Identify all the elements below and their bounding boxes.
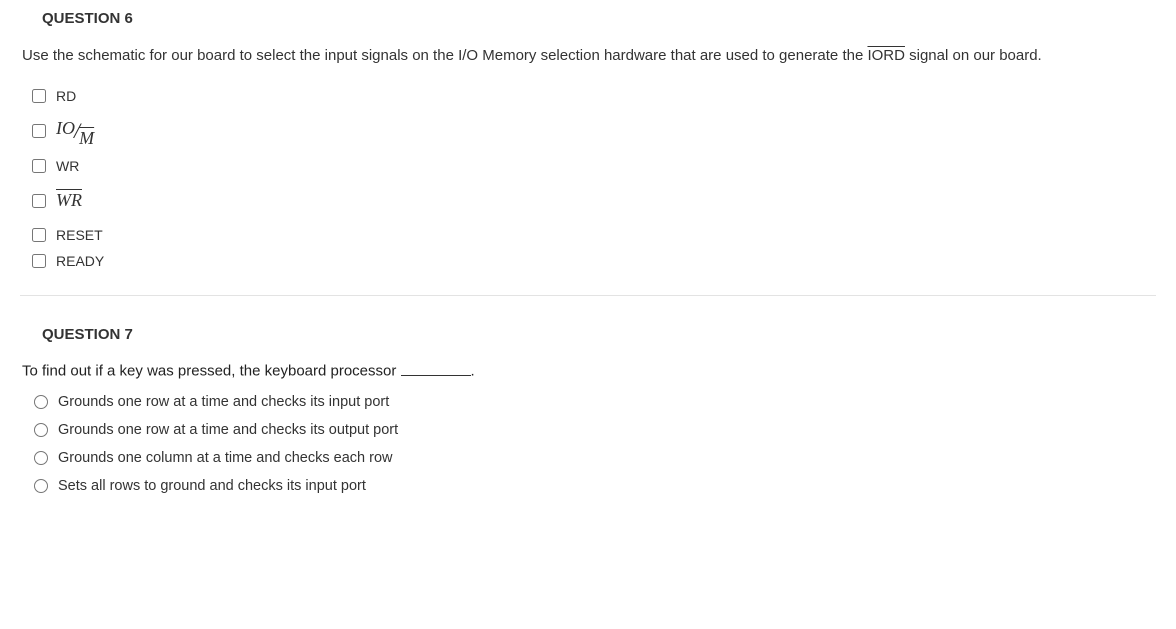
q7-option-b[interactable]: Grounds one row at a time and checks its… xyxy=(34,422,1156,438)
q6-option-reset[interactable]: RESET xyxy=(32,227,1156,243)
q6-checkbox-wr-bar[interactable] xyxy=(32,194,46,208)
q7-label-b: Grounds one row at a time and checks its… xyxy=(58,422,398,438)
q7-radio-d[interactable] xyxy=(34,479,48,493)
q7-label-a: Grounds one row at a time and checks its… xyxy=(58,394,389,410)
q6-label-ready: READY xyxy=(56,253,104,269)
q7-prompt-text: To find out if a key was pressed, the ke… xyxy=(22,363,401,380)
q7-option-c[interactable]: Grounds one column at a time and checks … xyxy=(34,450,1156,466)
q6-option-ready[interactable]: READY xyxy=(32,253,1156,269)
q6-option-wr-bar[interactable]: WR xyxy=(32,190,1156,211)
q7-option-d[interactable]: Sets all rows to ground and checks its i… xyxy=(34,478,1156,494)
q6-option-rd[interactable]: RD xyxy=(32,88,1156,104)
q6-prompt-text-a: Use the schematic for our board to selec… xyxy=(22,47,867,64)
question-6-header: QUESTION 6 xyxy=(42,10,1156,27)
q6-label-wr: WR xyxy=(56,158,79,174)
q6-label-wr-bar: WR xyxy=(56,190,82,211)
question-7-prompt: To find out if a key was pressed, the ke… xyxy=(22,361,1156,380)
q6-label-rd: RD xyxy=(56,88,76,104)
q6-io-numerator: IO xyxy=(56,118,75,138)
q6-checkbox-io-m[interactable] xyxy=(32,124,46,138)
q7-fill-blank xyxy=(401,361,471,376)
q7-radio-c[interactable] xyxy=(34,451,48,465)
q7-label-c: Grounds one column at a time and checks … xyxy=(58,450,392,466)
q7-label-d: Sets all rows to ground and checks its i… xyxy=(58,478,366,494)
q6-options: RD IO/M WR WR RESET READY xyxy=(32,88,1156,269)
q6-checkbox-reset[interactable] xyxy=(32,228,46,242)
q6-option-io-over-m-bar[interactable]: IO/M xyxy=(32,120,1156,142)
q6-checkbox-wr[interactable] xyxy=(32,159,46,173)
q6-label-reset: RESET xyxy=(56,227,103,243)
q7-option-a[interactable]: Grounds one row at a time and checks its… xyxy=(34,394,1156,410)
q6-checkbox-rd[interactable] xyxy=(32,89,46,103)
q6-prompt-text-b: signal on our board. xyxy=(905,47,1042,64)
q6-option-wr[interactable]: WR xyxy=(32,158,1156,174)
q7-radio-a[interactable] xyxy=(34,395,48,409)
question-7-header: QUESTION 7 xyxy=(42,326,1156,343)
q7-options: Grounds one row at a time and checks its… xyxy=(34,394,1156,494)
section-divider xyxy=(20,295,1156,296)
page-container: QUESTION 6 Use the schematic for our boa… xyxy=(0,0,1176,526)
question-6-prompt: Use the schematic for our board to selec… xyxy=(22,45,1156,66)
q7-radio-b[interactable] xyxy=(34,423,48,437)
q6-prompt-signal-iord-bar: IORD xyxy=(867,47,905,64)
q7-prompt-suffix: . xyxy=(471,363,475,380)
q6-checkbox-ready[interactable] xyxy=(32,254,46,268)
q6-io-denominator-m-bar: M xyxy=(79,128,94,148)
q6-label-io-over-m-bar: IO/M xyxy=(56,120,94,142)
